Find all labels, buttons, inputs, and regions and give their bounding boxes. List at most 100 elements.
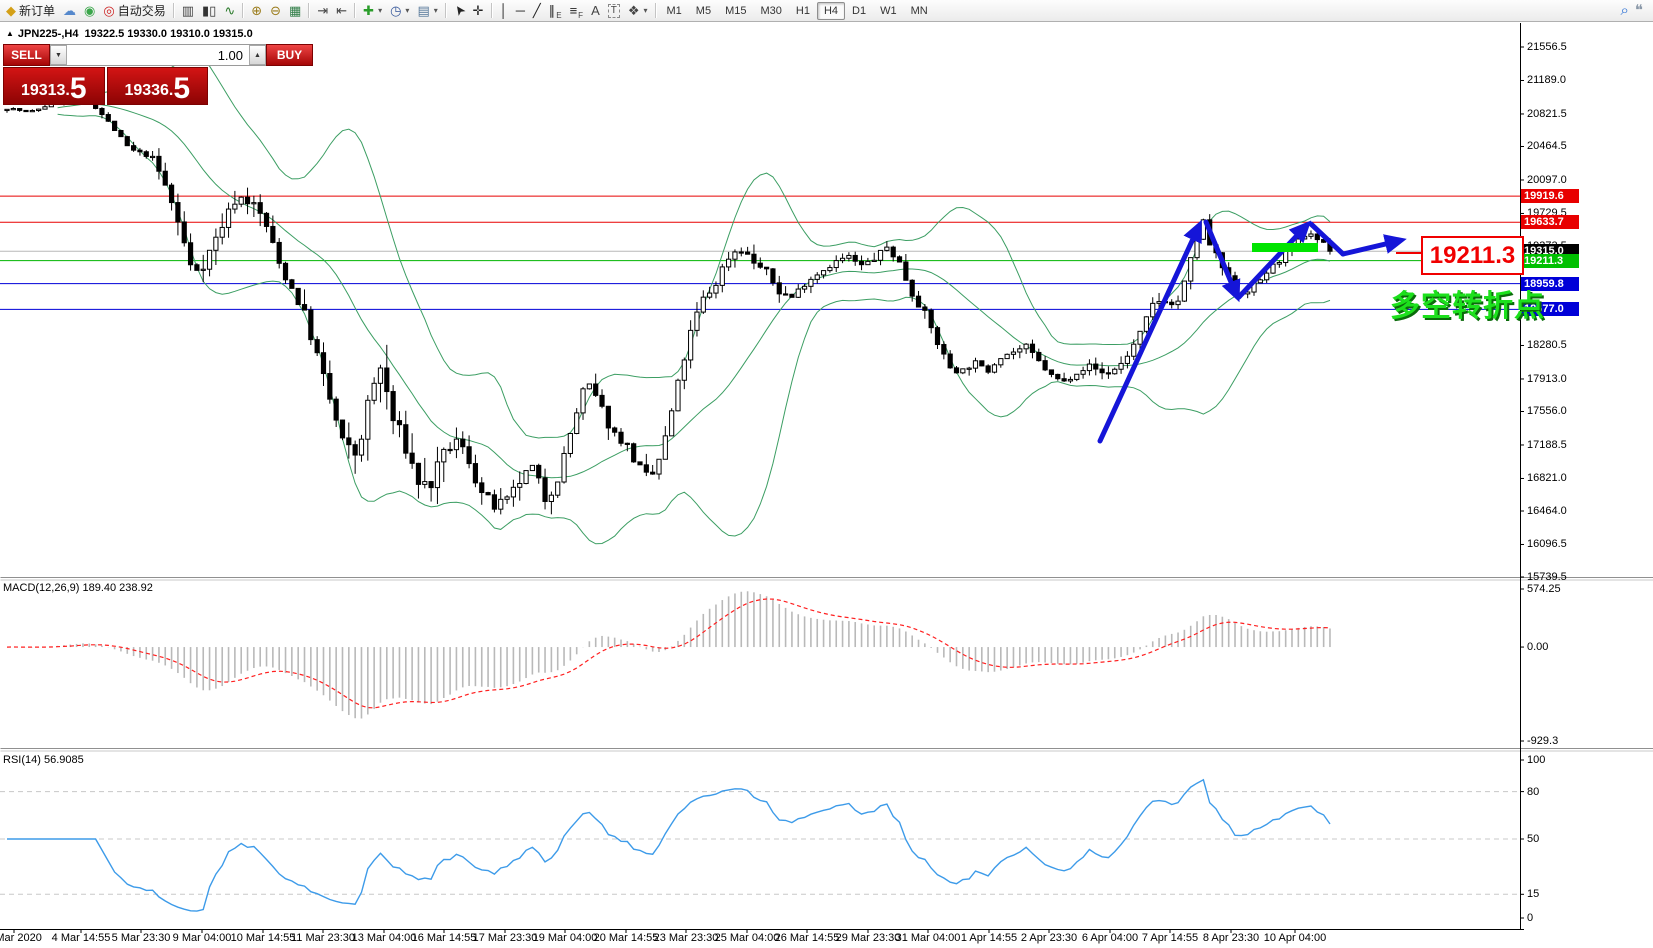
toolbar-mql5-signal-icon[interactable]: ◉ [80,1,99,20]
toolbar-chart-shift-icon[interactable]: ⇤ [332,1,351,20]
rsi-tick: 50 [1527,833,1540,845]
toolbar-right: ⌕ ❝ [1621,3,1651,18]
date-label: 9 Mar 04:00 [172,932,232,944]
toolbar-templates-icon[interactable]: ▤ ▾ [413,1,441,20]
buy-price-box[interactable]: 19336. 5 [106,67,208,105]
date-label: 13 Mar 04:00 [351,932,417,944]
toolbar-arrows-icon[interactable]: ❖ ▾ [624,1,652,20]
toolbar-indicators-icon[interactable]: ✚ ▾ [359,1,386,20]
toolbar-line-chart-icon[interactable]: ∿ [220,1,239,20]
macd-label: MACD(12,26,9) 189.40 238.92 [3,582,153,594]
price-label-box: 19211.3 [1521,253,1579,268]
volume-up-button[interactable]: ▲ [249,45,266,65]
mql5-signal-icon: ◉ [84,3,96,18]
toolbar-cursor-icon[interactable]: ➤ [450,1,469,20]
collapse-triangle-icon[interactable]: ▲ [6,29,14,38]
volume-down-button[interactable]: ▼ [50,45,67,65]
toolbar-tile-windows-icon[interactable]: ▦ [285,1,305,20]
date-label: 25 Mar 04:00 [714,932,780,944]
toolbar-fibonacci-icon[interactable]: ≡ F [566,1,587,20]
timeframe-m5-button[interactable]: M5 [689,2,718,20]
text-label-icon: T [607,3,620,18]
date-label: 2 Apr 23:30 [1020,932,1078,944]
date-label: 4 Mar 14:55 [51,932,111,944]
indicators-icon: ✚ [363,3,375,18]
toolbar-auto-scroll-icon[interactable]: ⇥ [313,1,332,20]
toolbar-crosshair-icon[interactable]: ✛ [469,1,488,20]
trend-arrow[interactable] [1236,220,1312,300]
rsi-tick: 100 [1527,754,1546,766]
toolbar-candlestick-chart-icon[interactable]: ▮▯ [198,1,220,20]
timeframe-mn-button[interactable]: MN [904,2,935,20]
date-label: 5 Mar 23:30 [111,932,171,944]
tile-windows-icon: ▦ [289,3,302,18]
price-tick: 17913.0 [1527,372,1567,385]
toolbar-periods-icon[interactable]: ◷ ▾ [386,1,413,20]
chat-icon[interactable]: ❝ [1635,3,1643,18]
price-callout-box[interactable]: 19211.3 [1421,236,1524,275]
toolbar-vertical-line-icon[interactable]: │ [496,1,512,20]
publish-chart-icon: ☁ [63,3,77,18]
timeframe-m30-button[interactable]: M30 [753,2,788,20]
timeframe-m1-button[interactable]: M1 [660,2,689,20]
timeframe-m15-button[interactable]: M15 [718,2,753,20]
date-label: 17 Mar 23:30 [472,932,538,944]
toolbar: ◆ 新订单 ☁ ◉ ◎ 自动交易 ▥ ▮▯ ∿ ⊕ ⊖ ▦ ⇥ ⇤ ✚ ▾ ◷ ▾ ▤ ▾ ➤ ✛ │ ─ ╱ ∥ E ≡ F A T ❖ ▾ M… [0,0,1653,22]
volume-input[interactable] [67,45,249,65]
equidistant-channel-icon: ∥ [548,3,556,18]
price-label-box: 19919.6 [1521,189,1579,204]
chart-canvas[interactable] [0,0,1653,948]
timeframe-d1-button[interactable]: D1 [845,2,873,20]
sell-price-box[interactable]: 19313. 5 [3,67,105,105]
chart-symbol-header: ▲ JPN225-,H4 19322.5 19330.0 19310.0 19315… [6,28,253,40]
chinese-annotation-text[interactable]: 多空转折点 [1390,281,1545,325]
trend-arrow[interactable] [1340,234,1407,257]
line-chart-icon: ∿ [224,3,236,18]
toolbar-auto-trading-button[interactable]: ◎ 自动交易 [99,1,169,20]
date-label: 11 Mar 23:30 [290,932,356,944]
sell-price-big: 5 [69,72,87,105]
timeframe-w1-button[interactable]: W1 [873,2,904,20]
price-tick: 17556.0 [1527,405,1567,418]
crosshair-icon: ✛ [472,3,484,18]
auto-trading-icon: ◎ [103,3,115,18]
date-label: 29 Mar 23:30 [835,932,901,944]
one-click-trading-panel: SELL ▼ ▲ BUY 19313.5 19336.5 [3,44,313,105]
vertical-line-icon: │ [499,3,508,18]
support-highlight-bar[interactable] [1252,243,1318,252]
auto-scroll-icon: ⇥ [317,3,329,18]
mt4-window: ◆ 新订单 ☁ ◉ ◎ 自动交易 ▥ ▮▯ ∿ ⊕ ⊖ ▦ ⇥ ⇤ ✚ ▾ ◷ ▾ ▤ ▾ ➤ ✛ │ ─ ╱ ∥ E ≡ F A T ❖ ▾ M… [0,0,1653,948]
toolbar-bar-chart-icon[interactable]: ▥ [178,1,198,20]
rsi-tick: 15 [1527,888,1540,901]
chart-shift-icon: ⇤ [336,3,348,18]
search-icon[interactable]: ⌕ [1621,3,1629,18]
date-label: 31 Mar 04:00 [895,932,961,944]
toolbar-equidistant-channel-icon[interactable]: ∥ E [545,1,566,20]
price-tick: 20097.0 [1527,173,1567,186]
candlestick-chart-icon: ▮▯ [202,3,217,18]
rsi-tick: 0 [1527,912,1534,924]
text-icon: A [591,3,600,18]
toolbar-trend-line-icon[interactable]: ╱ [529,1,545,20]
timeframe-h1-button[interactable]: H1 [789,2,817,20]
timeframe-h4-button[interactable]: H4 [816,1,846,20]
toolbar-zoom-out-icon[interactable]: ⊖ [266,1,285,20]
macd-tick: 0.00 [1527,641,1549,654]
price-tick: 17188.5 [1527,438,1567,451]
sell-button[interactable]: SELL [3,44,50,66]
date-label: 20 Mar 14:55 [593,932,659,944]
toolbar-publish-chart-icon[interactable]: ☁ [59,1,80,20]
price-tick: 18280.5 [1527,339,1567,352]
date-label: 7 Apr 14:55 [1141,932,1199,944]
toolbar-zoom-in-icon[interactable]: ⊕ [247,1,266,20]
bar-chart-icon: ▥ [181,3,195,18]
toolbar-horizontal-line-icon[interactable]: ─ [512,1,529,20]
date-label: 19 Mar 04:00 [532,932,598,944]
arrows-icon: ❖ [627,3,640,18]
buy-button[interactable]: BUY [266,44,313,66]
price-tick: 20821.5 [1527,107,1567,120]
toolbar-text-label-icon[interactable]: T [604,1,624,20]
toolbar-text-icon[interactable]: A [587,1,604,20]
toolbar-new-order-button[interactable]: ◆ 新订单 [2,1,59,20]
buy-price-main: 19336. [124,82,174,99]
